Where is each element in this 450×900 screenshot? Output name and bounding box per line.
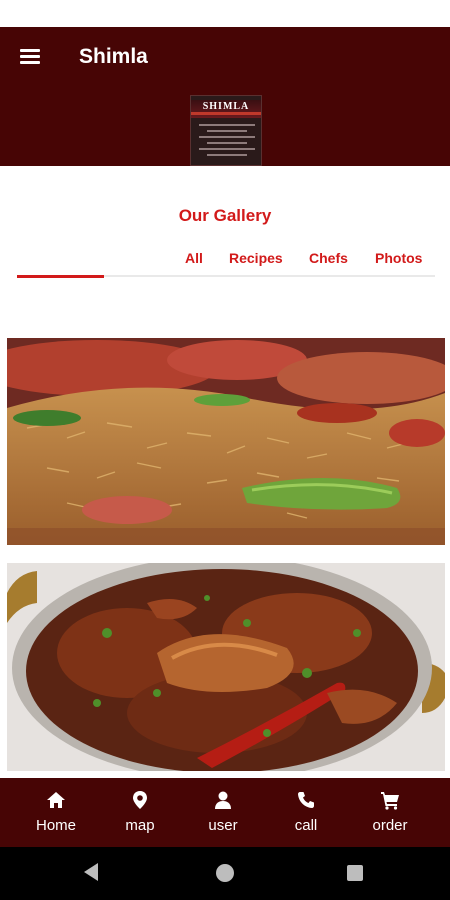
tab-recipes[interactable]: Recipes [229,250,283,266]
nav-map[interactable]: map [110,778,170,847]
recents-icon[interactable] [347,865,363,881]
tab-all[interactable]: All [185,250,203,266]
home-circle-icon[interactable] [216,864,234,882]
restaurant-logo: SHIMLA [190,95,262,166]
nav-home-label: Home [35,817,76,834]
user-icon [215,791,231,809]
biryani-rice-dish-photo [7,338,445,545]
cart-icon [381,792,399,810]
status-bar [0,0,450,27]
chicken-curry-dish-photo [7,563,445,771]
tab-selected-indicator [17,275,104,278]
home-icon [47,792,65,808]
bottom-navigation: Home map user call order [0,778,450,847]
nav-order[interactable]: order [355,778,425,847]
back-icon[interactable] [84,863,98,881]
nav-map-label: map [125,817,155,834]
nav-home[interactable]: Home [21,778,91,847]
nav-user[interactable]: user [193,778,253,847]
nav-user-label: user [208,817,238,834]
gallery-tabs: All Recipes Chefs Photos [0,250,450,270]
system-navigation-bar [0,847,450,900]
gallery-title: Our Gallery [178,206,272,225]
logo-brand-name: SHIMLA [202,101,250,112]
gallery-photo-biryani[interactable] [7,338,445,545]
nav-order-label: order [372,817,408,834]
gallery-photo-curry[interactable] [7,563,445,771]
app-bar: Shimla SHIMLA [0,27,450,166]
map-pin-icon [133,791,147,809]
hamburger-menu-icon[interactable] [18,45,44,69]
tab-photos[interactable]: Photos [375,250,422,266]
tab-chefs[interactable]: Chefs [309,250,348,266]
phone-icon [298,792,314,808]
app-title: Shimla [79,45,148,68]
nav-call[interactable]: call [276,778,336,847]
nav-call-label: call [294,817,318,834]
